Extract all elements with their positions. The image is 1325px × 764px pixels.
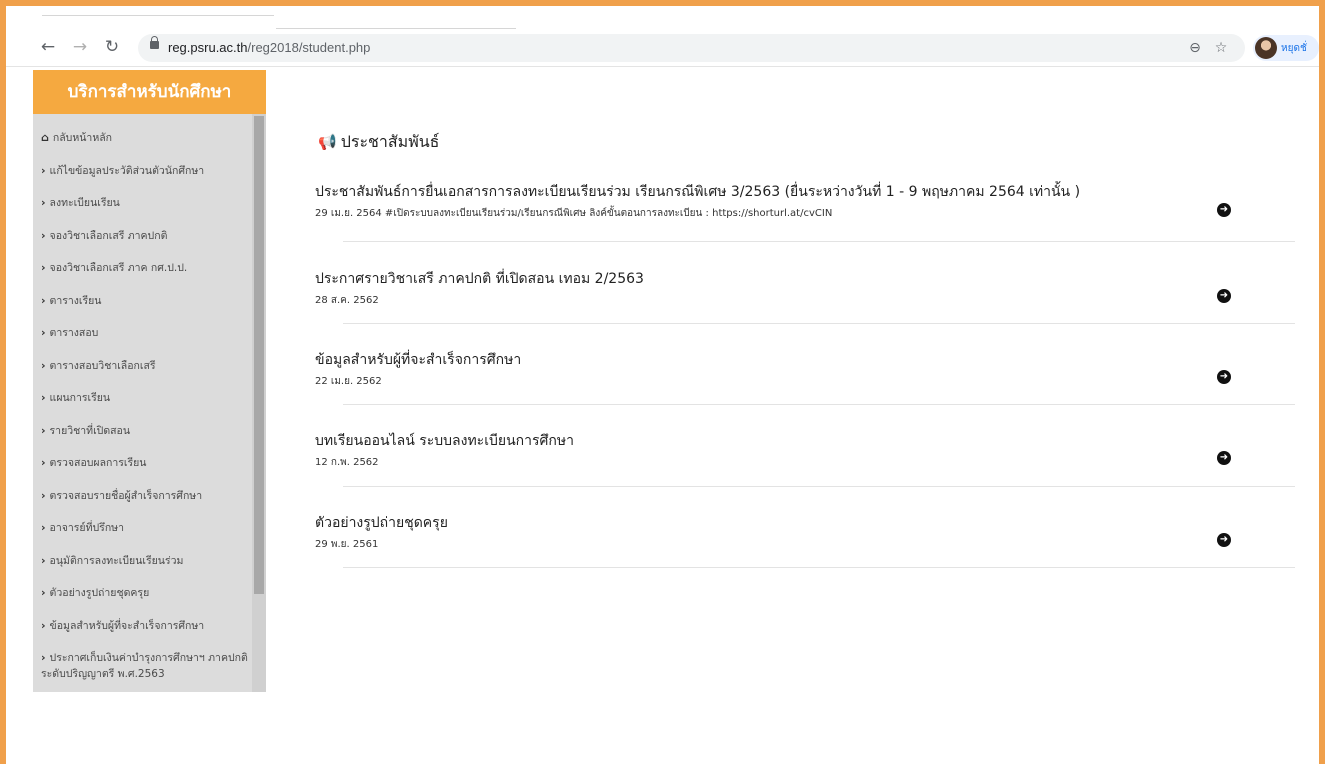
news-item[interactable]: ตัวอย่างรูปถ่ายชุดครุย 29 พ.ย. 2561 ➜ bbox=[315, 514, 1295, 552]
zoom-icon[interactable]: ⊖ bbox=[1185, 38, 1205, 58]
sidebar-item-label: จองวิชาเลือกเสรี ภาคปกติ bbox=[49, 230, 168, 242]
divider bbox=[343, 323, 1295, 324]
chevron-right-icon: › bbox=[41, 229, 46, 242]
chevron-right-icon: › bbox=[41, 619, 46, 632]
sidebar-item-edit-profile[interactable]: › แก้ไขข้อมูลประวัติส่วนตัวนักศึกษา bbox=[41, 163, 249, 179]
address-bar[interactable]: reg.psru.ac.th/reg2018/student.php ⊖ ☆ bbox=[138, 34, 1245, 62]
news-item[interactable]: ข้อมูลสำหรับผู้ที่จะสำเร็จการศึกษา 22 เม… bbox=[315, 351, 1295, 389]
page-title: 📢 ประชาสัมพันธ์ bbox=[318, 130, 439, 155]
news-meta: 22 เม.ย. 2562 bbox=[315, 376, 382, 387]
arrow-circle-right-icon[interactable]: ➜ bbox=[1217, 451, 1231, 465]
sidebar-item-label: ตารางสอบ bbox=[49, 327, 99, 339]
chevron-right-icon: › bbox=[41, 456, 46, 469]
sidebar-item-grades[interactable]: › ตรวจสอบผลการเรียน bbox=[41, 455, 249, 471]
divider bbox=[343, 404, 1295, 405]
sidebar-item-registration[interactable]: › ลงทะเบียนเรียน bbox=[41, 195, 249, 211]
tab-strip bbox=[6, 6, 1319, 30]
url-text[interactable]: reg.psru.ac.th/reg2018/student.php bbox=[168, 40, 370, 55]
sidebar-item-gown-photo[interactable]: › ตัวอย่างรูปถ่ายชุดครุย bbox=[41, 585, 249, 601]
sidebar-item-graduation-info[interactable]: › ข้อมูลสำหรับผู้ที่จะสำเร็จการศึกษา bbox=[41, 618, 249, 634]
sidebar-item-label: ตารางสอบวิชาเลือกเสรี bbox=[49, 360, 156, 372]
chevron-right-icon: › bbox=[41, 554, 46, 567]
chevron-right-icon: › bbox=[41, 326, 46, 339]
chevron-right-icon: › bbox=[41, 424, 46, 437]
chevron-right-icon: › bbox=[41, 261, 46, 274]
sidebar-scroll-thumb[interactable] bbox=[254, 116, 264, 594]
lock-icon bbox=[150, 36, 159, 49]
forward-icon[interactable]: → bbox=[68, 35, 92, 59]
news-title[interactable]: ข้อมูลสำหรับผู้ที่จะสำเร็จการศึกษา bbox=[315, 351, 1295, 369]
sidebar-item-tuition-notice[interactable]: › ประกาศเก็บเงินค่าบำรุงการศึกษาฯ ภาคปกติ… bbox=[41, 650, 249, 682]
sidebar-item-label: ประกาศเก็บเงินค่าบำรุงการศึกษาฯ ภาคปกติ … bbox=[41, 652, 248, 680]
sidebar-item-label: ตรวจสอบรายชื่อผู้สำเร็จการศึกษา bbox=[49, 490, 203, 502]
news-meta: 29 พ.ย. 2561 bbox=[315, 539, 379, 550]
url-path: /reg2018/student.php bbox=[247, 40, 371, 55]
profile-button[interactable]: หยุดชั่ bbox=[1253, 35, 1319, 61]
sidebar-item-courses-offered[interactable]: › รายวิชาที่เปิดสอน bbox=[41, 423, 249, 439]
sidebar-item-label: จองวิชาเลือกเสรี ภาค กศ.ป.ป. bbox=[49, 262, 188, 274]
news-meta: 28 ส.ค. 2562 bbox=[315, 295, 379, 306]
news-title[interactable]: ตัวอย่างรูปถ่ายชุดครุย bbox=[315, 514, 1295, 532]
chevron-right-icon: › bbox=[41, 196, 46, 209]
news-meta: 12 ก.พ. 2562 bbox=[315, 457, 379, 468]
arrow-circle-right-icon[interactable]: ➜ bbox=[1217, 289, 1231, 303]
home-icon: ⌂ bbox=[41, 131, 49, 144]
sidebar-item-label: ตารางเรียน bbox=[49, 295, 102, 307]
news-meta: 29 เม.ย. 2564 #เปิดระบบลงทะเบียนเรียนร่ว… bbox=[315, 208, 833, 219]
sidebar-item-elective-exam[interactable]: › ตารางสอบวิชาเลือกเสรี bbox=[41, 358, 249, 374]
sidebar-item-elective-special[interactable]: › จองวิชาเลือกเสรี ภาค กศ.ป.ป. bbox=[41, 260, 249, 276]
sidebar-item-label: ตัวอย่างรูปถ่ายชุดครุย bbox=[49, 587, 150, 599]
arrow-circle-right-icon[interactable]: ➜ bbox=[1217, 370, 1231, 384]
profile-label: หยุดชั่ bbox=[1281, 43, 1307, 54]
chevron-right-icon: › bbox=[41, 391, 46, 404]
sidebar-item-class-schedule[interactable]: › ตารางเรียน bbox=[41, 293, 249, 309]
sidebar-item-advisor[interactable]: › อาจารย์ที่ปรึกษา bbox=[41, 520, 249, 536]
divider bbox=[343, 241, 1295, 242]
sidebar-header: บริการสำหรับนักศึกษา bbox=[33, 70, 266, 114]
arrow-circle-right-icon[interactable]: ➜ bbox=[1217, 203, 1231, 217]
news-title[interactable]: บทเรียนออนไลน์ ระบบลงทะเบียนการศึกษา bbox=[315, 432, 1295, 450]
sidebar-item-graduates-list[interactable]: › ตรวจสอบรายชื่อผู้สำเร็จการศึกษา bbox=[41, 488, 249, 504]
sidebar-item-home[interactable]: ⌂ กลับหน้าหลัก bbox=[41, 130, 249, 146]
chevron-right-icon: › bbox=[41, 586, 46, 599]
divider bbox=[343, 567, 1295, 568]
sidebar-item-approve-joint[interactable]: › อนุมัติการลงทะเบียนเรียนร่วม bbox=[41, 553, 249, 569]
sidebar-item-elective-regular[interactable]: › จองวิชาเลือกเสรี ภาคปกติ bbox=[41, 228, 249, 244]
megaphone-icon: 📢 bbox=[318, 133, 337, 151]
chevron-right-icon: › bbox=[41, 651, 46, 664]
reload-icon[interactable]: ↻ bbox=[100, 35, 124, 59]
browser-toolbar: ← → ↻ reg.psru.ac.th/reg2018/student.php… bbox=[6, 30, 1319, 67]
sidebar-item-label: ตรวจสอบผลการเรียน bbox=[49, 457, 147, 469]
sidebar-item-label: แก้ไขข้อมูลประวัติส่วนตัวนักศึกษา bbox=[49, 165, 205, 177]
sidebar: ⌂ กลับหน้าหลัก › แก้ไขข้อมูลประวัติส่วนตัว… bbox=[33, 114, 266, 692]
news-title[interactable]: ประกาศรายวิชาเสรี ภาคปกติ ที่เปิดสอน เทอ… bbox=[315, 270, 1295, 288]
sidebar-item-label: กลับหน้าหลัก bbox=[52, 132, 113, 144]
divider bbox=[343, 486, 1295, 487]
chevron-right-icon: › bbox=[41, 294, 46, 307]
news-title[interactable]: ประชาสัมพันธ์การยื่นเอกสารการลงทะเบียนเร… bbox=[315, 183, 1295, 201]
sidebar-item-label: อาจารย์ที่ปรึกษา bbox=[49, 522, 124, 534]
sidebar-item-exam-schedule[interactable]: › ตารางสอบ bbox=[41, 325, 249, 341]
page-title-text: ประชาสัมพันธ์ bbox=[340, 132, 440, 151]
avatar bbox=[1255, 37, 1277, 59]
sidebar-item-label: ลงทะเบียนเรียน bbox=[49, 197, 120, 209]
sidebar-item-label: อนุมัติการลงทะเบียนเรียนร่วม bbox=[49, 555, 184, 567]
sidebar-item-label: ข้อมูลสำหรับผู้ที่จะสำเร็จการศึกษา bbox=[49, 620, 205, 632]
sidebar-scrollbar[interactable] bbox=[252, 114, 266, 692]
chevron-right-icon: › bbox=[41, 359, 46, 372]
chevron-right-icon: › bbox=[41, 164, 46, 177]
news-item[interactable]: ประกาศรายวิชาเสรี ภาคปกติ ที่เปิดสอน เทอ… bbox=[315, 270, 1295, 308]
sidebar-item-study-plan[interactable]: › แผนการเรียน bbox=[41, 390, 249, 406]
sidebar-item-label: แผนการเรียน bbox=[49, 392, 111, 404]
arrow-circle-right-icon[interactable]: ➜ bbox=[1217, 533, 1231, 547]
back-icon[interactable]: ← bbox=[36, 35, 60, 59]
star-icon[interactable]: ☆ bbox=[1211, 38, 1231, 58]
news-item[interactable]: บทเรียนออนไลน์ ระบบลงทะเบียนการศึกษา 12 … bbox=[315, 432, 1295, 470]
chevron-right-icon: › bbox=[41, 521, 46, 534]
sidebar-item-label: รายวิชาที่เปิดสอน bbox=[49, 425, 131, 437]
url-host: reg.psru.ac.th bbox=[168, 40, 248, 55]
chevron-right-icon: › bbox=[41, 489, 46, 502]
news-item[interactable]: ประชาสัมพันธ์การยื่นเอกสารการลงทะเบียนเร… bbox=[315, 183, 1295, 221]
